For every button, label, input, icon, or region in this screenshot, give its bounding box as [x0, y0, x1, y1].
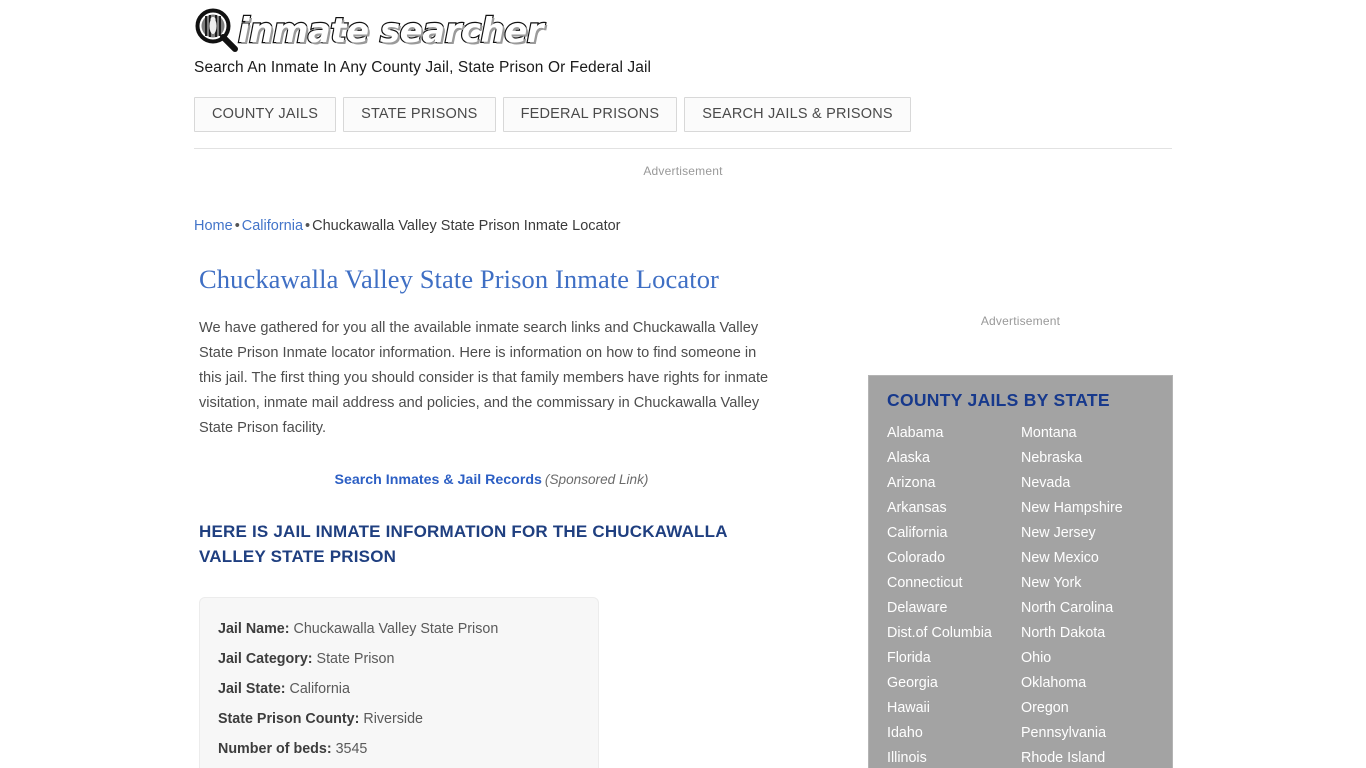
- states-column-right: Montana Nebraska Nevada New Hampshire Ne…: [1021, 421, 1172, 768]
- section-heading: HERE IS JAIL INMATE INFORMATION FOR THE …: [199, 521, 728, 566]
- nav-federal-prisons[interactable]: FEDERAL PRISONS: [502, 97, 678, 132]
- states-grid: Alabama Alaska Arizona Arkansas Californ…: [869, 421, 1172, 768]
- advertisement-label-top: Advertisement: [643, 164, 723, 178]
- info-value-number-of-beds: 3545: [335, 740, 368, 757]
- breadcrumb: Home • California • Chuckawalla Valley State…: [194, 218, 621, 234]
- info-value-jail-name: Chuckawalla Valley State Prison: [293, 620, 499, 637]
- header-divider: [194, 148, 1172, 149]
- jail-info-card: Jail Name: Chuckawalla Valley State Pris…: [199, 596, 599, 768]
- site-header: inmate searcher Search An Inmate In Any …: [194, 0, 1172, 77]
- info-row-number-of-beds: Number of beds: 3545: [218, 734, 580, 764]
- state-link-north-carolina[interactable]: North Carolina: [1021, 596, 1172, 621]
- state-link-idaho[interactable]: Idaho: [887, 721, 1021, 746]
- info-row-jail-state: Jail State: California: [218, 674, 580, 704]
- info-label-jail-category: Jail Category:: [218, 650, 313, 667]
- state-link-montana[interactable]: Montana: [1021, 421, 1172, 446]
- info-row-facility-address: Facility Address:: [218, 764, 580, 768]
- main-content: Chuckawalla Valley State Prison Inmate L…: [199, 264, 799, 768]
- state-link-alabama[interactable]: Alabama: [887, 421, 1021, 446]
- state-link-connecticut[interactable]: Connecticut: [887, 571, 1021, 596]
- breadcrumb-separator-2: •: [305, 218, 311, 234]
- sponsored-link-note: (Sponsored Link): [544, 471, 649, 487]
- state-link-georgia[interactable]: Georgia: [887, 671, 1021, 696]
- sponsored-link-row: Search Inmates & Jail Records (Sponsored …: [199, 471, 784, 488]
- search-inmates-records-link[interactable]: Search Inmates & Jail Records: [335, 472, 542, 488]
- state-link-rhode-island[interactable]: Rhode Island: [1021, 746, 1172, 768]
- nav-state-prisons[interactable]: STATE PRISONS: [343, 97, 496, 132]
- breadcrumb-home-link[interactable]: Home: [194, 218, 233, 234]
- state-link-dist-of-columbia[interactable]: Dist.of Columbia: [887, 621, 1021, 646]
- info-row-state-prison-county: State Prison County: Riverside: [218, 704, 580, 734]
- advertisement-label-right: Advertisement: [980, 314, 1061, 328]
- info-label-jail-state: Jail State:: [218, 680, 286, 697]
- state-link-alaska[interactable]: Alaska: [887, 446, 1021, 471]
- states-column-left: Alabama Alaska Arizona Arkansas Californ…: [887, 421, 1021, 768]
- state-link-colorado[interactable]: Colorado: [887, 546, 1021, 571]
- info-value-jail-category: State Prison: [316, 650, 395, 667]
- info-row-jail-category: Jail Category: State Prison: [218, 644, 580, 674]
- state-link-new-jersey[interactable]: New Jersey: [1021, 521, 1172, 546]
- magnifier-prison-bars-icon: [194, 8, 240, 54]
- nav-county-jails[interactable]: COUNTY JAILS: [194, 97, 337, 132]
- info-row-jail-name: Jail Name: Chuckawalla Valley State Pris…: [218, 614, 580, 644]
- county-jails-by-state-widget: COUNTY JAILS BY STATE Alabama Alaska Ari…: [868, 375, 1173, 768]
- state-link-hawaii[interactable]: Hawaii: [887, 696, 1021, 721]
- info-value-state-prison-county: Riverside: [363, 710, 423, 727]
- state-link-north-dakota[interactable]: North Dakota: [1021, 621, 1172, 646]
- state-link-new-hampshire[interactable]: New Hampshire: [1021, 496, 1172, 521]
- state-link-nebraska[interactable]: Nebraska: [1021, 446, 1172, 471]
- info-label-state-prison-county: State Prison County:: [218, 710, 360, 727]
- state-link-pennsylvania[interactable]: Pennsylvania: [1021, 721, 1172, 746]
- state-link-oklahoma[interactable]: Oklahoma: [1021, 671, 1172, 696]
- site-logo[interactable]: inmate searcher: [194, 0, 1172, 54]
- state-link-arizona[interactable]: Arizona: [887, 471, 1021, 496]
- page-title: Chuckawalla Valley State Prison Inmate L…: [199, 264, 719, 294]
- breadcrumb-separator-1: •: [234, 218, 240, 234]
- state-link-oregon[interactable]: Oregon: [1021, 696, 1172, 721]
- state-link-delaware[interactable]: Delaware: [887, 596, 1021, 621]
- info-label-number-of-beds: Number of beds:: [218, 740, 332, 757]
- state-link-arkansas[interactable]: Arkansas: [887, 496, 1021, 521]
- breadcrumb-state-link[interactable]: California: [242, 218, 303, 234]
- info-value-jail-state: California: [289, 680, 350, 697]
- state-link-illinois[interactable]: Illinois: [887, 746, 1021, 768]
- nav-search-jails-prisons[interactable]: SEARCH JAILS & PRISONS: [684, 97, 911, 132]
- state-link-florida[interactable]: Florida: [887, 646, 1021, 671]
- state-link-new-mexico[interactable]: New Mexico: [1021, 546, 1172, 571]
- main-nav: COUNTY JAILS STATE PRISONS FEDERAL PRISO…: [194, 97, 911, 132]
- page-root: inmate searcher Search An Inmate In Any …: [0, 0, 1366, 768]
- intro-paragraph: We have gathered for you all the availab…: [199, 319, 769, 436]
- county-jails-by-state-title: COUNTY JAILS BY STATE: [887, 390, 1110, 410]
- logo-wordmark: inmate searcher: [237, 11, 545, 51]
- breadcrumb-current: Chuckawalla Valley State Prison Inmate L…: [312, 218, 621, 234]
- state-link-new-york[interactable]: New York: [1021, 571, 1172, 596]
- state-link-nevada[interactable]: Nevada: [1021, 471, 1172, 496]
- state-link-ohio[interactable]: Ohio: [1021, 646, 1172, 671]
- state-link-california[interactable]: California: [887, 521, 1021, 546]
- info-label-jail-name: Jail Name:: [218, 620, 290, 637]
- site-tagline: Search An Inmate In Any County Jail, Sta…: [194, 59, 652, 76]
